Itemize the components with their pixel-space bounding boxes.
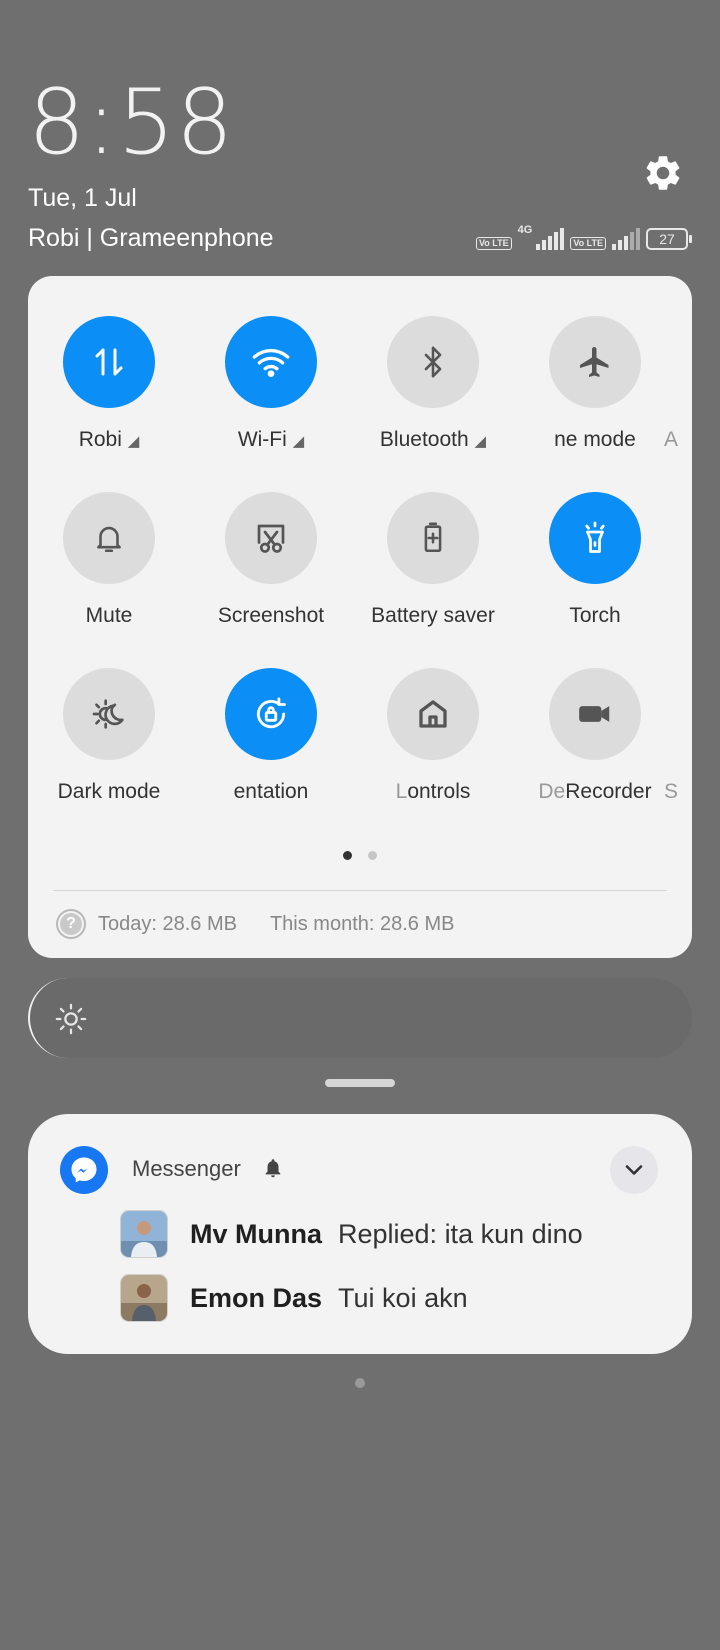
alert-bell-icon [265, 1159, 281, 1178]
page-dot-active [343, 851, 352, 860]
dark-mode-toggle[interactable] [63, 668, 155, 760]
tile-label: entation [233, 780, 309, 803]
tile-label: ne mode [554, 428, 636, 451]
tile-label: Robi ◢ [78, 428, 140, 451]
tile-label: Screenshot [217, 604, 325, 627]
network-type-label: 4G [517, 224, 533, 236]
tile-label: Battery saver [371, 604, 495, 627]
battery-saver-icon [424, 522, 442, 553]
tile-label: Wi-Fi ◢ [237, 428, 305, 451]
screenshot-icon [257, 524, 285, 553]
dark-mode-icon [92, 699, 124, 729]
volte-sim1-badge: Vo LTE [475, 237, 512, 250]
message-row[interactable]: Mv Munna Replied: ita kun dino [120, 1210, 583, 1258]
date: Tue, 1 Jul [28, 184, 137, 212]
tile-label: Mute [85, 604, 133, 627]
tile-label: Bluetooth ◢ [379, 428, 487, 451]
messenger-logo-icon [60, 1146, 108, 1194]
tile-battery-saver[interactable]: Battery saver [352, 492, 514, 630]
tile-label: Lontrols [395, 780, 471, 803]
airplane-icon [580, 347, 609, 377]
data-usage-row[interactable]: ? Today: 28.6 MB This month: 28.6 MB [56, 909, 455, 939]
settings-gear-icon[interactable] [642, 152, 684, 194]
chevron-down-icon [625, 1165, 643, 1175]
message-text: Tui koi akn [338, 1282, 468, 1313]
volte-sim2-badge: Vo LTE [570, 237, 606, 250]
mobile-data-toggle[interactable] [63, 316, 155, 408]
tile-home-controls[interactable]: Lontrols [352, 668, 514, 806]
messenger-notification[interactable]: Messenger Mv Munna Replied: ita kun dino… [28, 1114, 692, 1354]
clock-time: 8:58 [28, 70, 235, 175]
tile-torch[interactable]: Torch [514, 492, 676, 630]
rotation-lock-icon [256, 697, 286, 729]
home-controls-toggle[interactable] [387, 668, 479, 760]
mute-toggle[interactable] [63, 492, 155, 584]
video-recorder-icon [579, 706, 610, 722]
screen-recorder-toggle[interactable] [549, 668, 641, 760]
battery-icon: 27 [646, 228, 692, 250]
tile-screenshot[interactable]: Screenshot [190, 492, 352, 630]
signal-sim2-icon [612, 228, 640, 250]
message-text: Replied: ita kun dino [338, 1218, 583, 1249]
tile-airplane-mode[interactable]: ne mode [514, 316, 676, 454]
quick-settings-panel: Robi ◢ Wi-Fi ◢ Bluetooth ◢ ne mode A Mut… [28, 276, 692, 958]
avatar [120, 1274, 168, 1322]
carrier-name: Robi | Grameenphone [28, 224, 274, 252]
page-indicator [28, 851, 692, 860]
mobile-data-icon [95, 348, 123, 376]
tile-label: DeRecorder [538, 780, 652, 803]
next-page-peek: A [664, 428, 679, 451]
torch-icon [585, 521, 605, 553]
tile-auto-rotate[interactable]: entation [190, 668, 352, 806]
data-today: Today: 28.6 MB [98, 912, 237, 935]
brightness-slider[interactable] [28, 978, 692, 1058]
wifi-toggle[interactable] [225, 316, 317, 408]
panel-drag-handle[interactable] [325, 1079, 395, 1087]
battery-saver-toggle[interactable] [387, 492, 479, 584]
bluetooth-toggle[interactable] [387, 316, 479, 408]
wifi-icon [252, 349, 290, 377]
screenshot-toggle[interactable] [225, 492, 317, 584]
page-indicator-dot [355, 1378, 365, 1388]
divider [53, 890, 667, 891]
home-controls-icon [419, 700, 447, 728]
tile-dark-mode[interactable]: Dark mode [28, 668, 190, 806]
data-month: This month: 28.6 MB [269, 912, 455, 935]
sender-name: Emon Das [190, 1282, 323, 1313]
auto-rotate-toggle[interactable] [225, 668, 317, 760]
avatar [120, 1210, 168, 1258]
next-page-peek: S [664, 780, 679, 803]
signal-sim1-icon [536, 228, 565, 250]
tile-label: Dark mode [57, 780, 161, 803]
torch-toggle[interactable] [549, 492, 641, 584]
brightness-icon [55, 1003, 87, 1035]
tile-bluetooth[interactable]: Bluetooth ◢ [352, 316, 514, 454]
tile-screen-recorder[interactable]: DeRecorder [514, 668, 676, 806]
bluetooth-icon [424, 346, 442, 378]
status-bar-icons: Vo LTE 4G Vo LTE 27 [475, 224, 692, 250]
message-row[interactable]: Emon Das Tui koi akn [120, 1274, 468, 1322]
tile-mobile-data[interactable]: Robi ◢ [28, 316, 190, 454]
bell-icon [97, 526, 121, 553]
page-dot [368, 851, 377, 860]
app-name: Messenger [132, 1156, 241, 1181]
airplane-mode-toggle[interactable] [549, 316, 641, 408]
expand-notification-button[interactable] [610, 1146, 658, 1194]
sender-name: Mv Munna [190, 1218, 322, 1249]
tile-label: Torch [569, 604, 621, 627]
tile-wifi[interactable]: Wi-Fi ◢ [190, 316, 352, 454]
help-icon[interactable]: ? [56, 909, 86, 939]
tile-mute[interactable]: Mute [28, 492, 190, 630]
